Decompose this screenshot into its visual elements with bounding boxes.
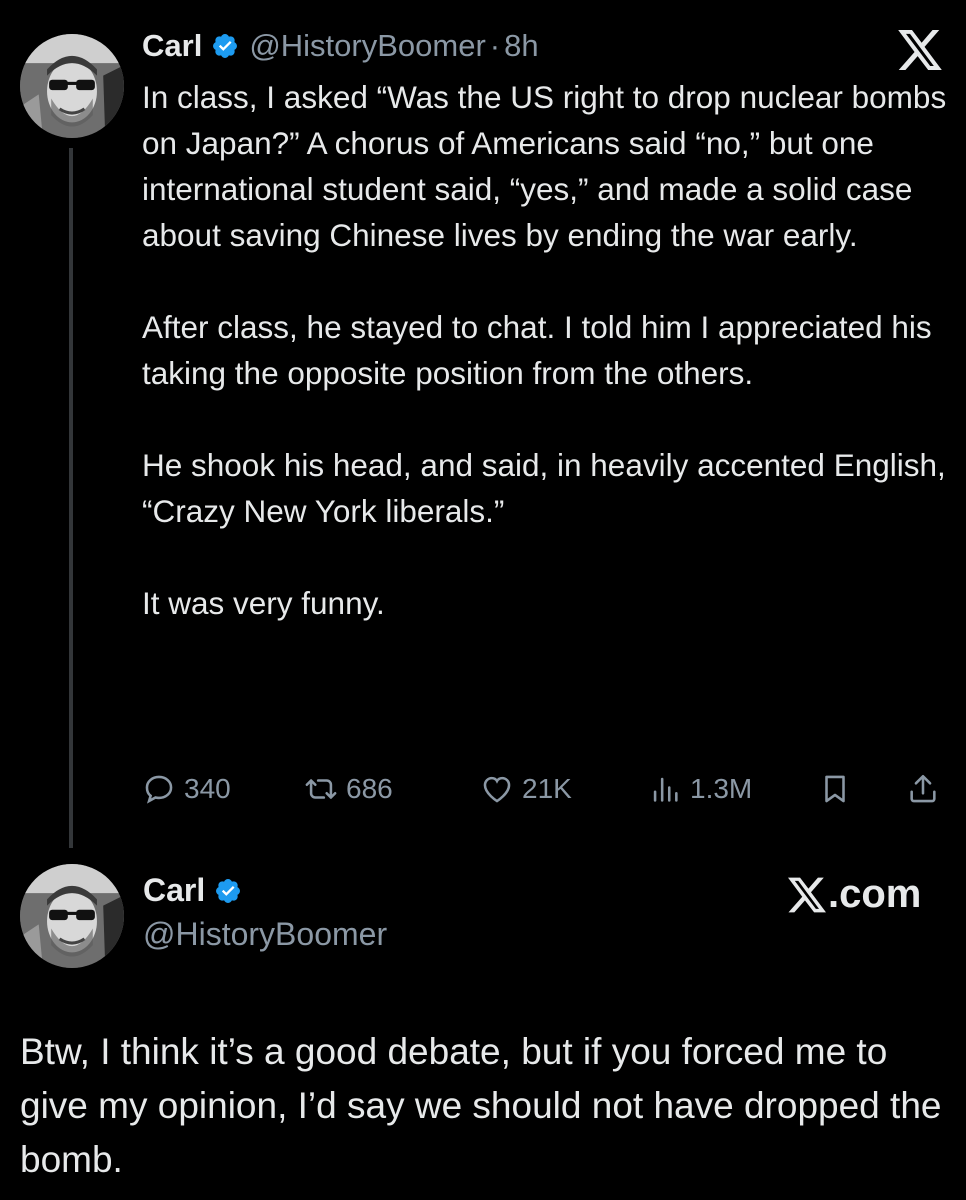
like-button[interactable]: 21K [480, 767, 572, 811]
tweet-paragraph: It was very funny. [142, 585, 385, 621]
views-button[interactable]: 1.3M [648, 767, 752, 811]
author-name[interactable]: Carl [142, 28, 202, 64]
author-name[interactable]: Carl [143, 872, 205, 909]
heart-icon [483, 776, 511, 803]
brand-label: .com [828, 872, 922, 916]
avatar[interactable] [20, 864, 124, 968]
like-count: 21K [522, 773, 572, 804]
tweet-text: In class, I asked “Was the US right to d… [142, 74, 952, 672]
repost-count: 686 [346, 773, 393, 804]
timestamp[interactable]: 8h [504, 28, 538, 64]
bookmark-icon [825, 775, 845, 803]
x-com-brand[interactable]: .com [788, 872, 921, 917]
bar-chart-icon [653, 777, 678, 802]
share-upload-icon [910, 774, 936, 803]
reply-count: 340 [184, 773, 231, 804]
verified-badge-icon [216, 878, 241, 903]
x-logo-icon [788, 877, 826, 912]
avatar-photo [20, 864, 124, 968]
repost-arrows-icon [305, 779, 337, 799]
views-count: 1.3M [690, 773, 753, 804]
comment-bubble-icon [145, 775, 173, 804]
verified-badge-icon [213, 34, 238, 58]
reply-text: Btw, I think it’s a good debate, but if … [20, 1031, 942, 1180]
separator-dot: · [489, 28, 501, 63]
avatar[interactable] [20, 34, 124, 138]
repost-button[interactable]: 686 [304, 767, 393, 811]
bookmark-button[interactable] [818, 767, 860, 811]
avatar-photo [20, 34, 124, 138]
author-handle[interactable]: @HistoryBoomer [249, 28, 485, 64]
tweet-header: Carl @HistoryBoomer · 8h [142, 28, 539, 64]
tweet-paragraph: In class, I asked “Was the US right to d… [142, 79, 947, 253]
tweet-actions: 340 686 21K 1.3M [142, 767, 942, 811]
x-logo-icon[interactable] [898, 30, 942, 70]
author-handle[interactable]: @HistoryBoomer [143, 916, 387, 953]
reply-author-row: Carl [143, 872, 242, 909]
reply-button[interactable]: 340 [142, 767, 231, 811]
tweet-paragraph: He shook his head, and said, in heavily … [142, 447, 946, 529]
thread-connector-line [69, 148, 73, 848]
tweet-paragraph: After class, he stayed to chat. I told h… [142, 309, 932, 391]
share-button[interactable] [906, 767, 948, 811]
